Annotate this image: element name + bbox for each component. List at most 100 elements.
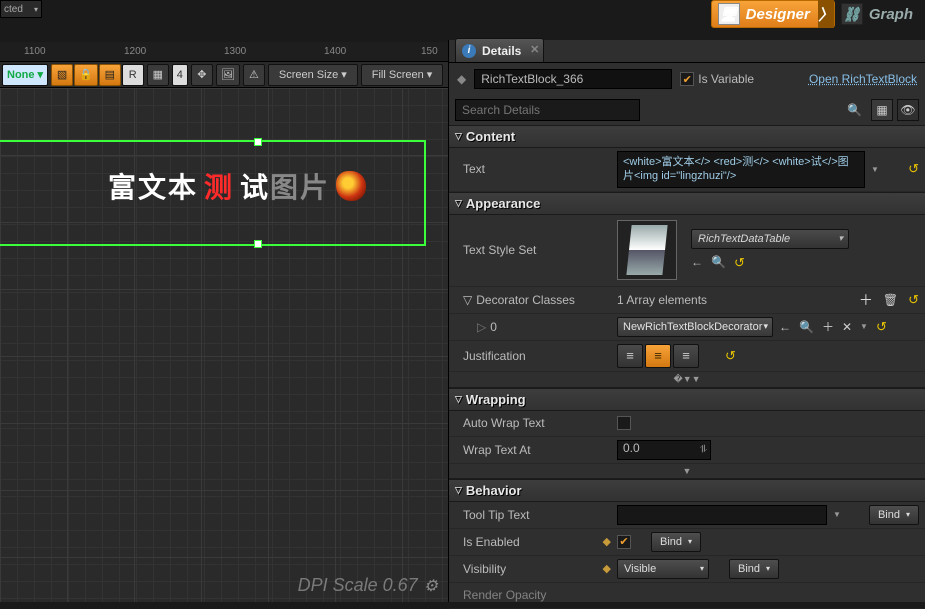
property-matrix-button[interactable]: ▦: [871, 99, 893, 121]
info-icon: i: [462, 44, 476, 58]
decorator-class-combo[interactable]: NewRichTextBlockDecorator: [617, 317, 773, 337]
chevron-down-icon[interactable]: ▼: [833, 510, 841, 519]
open-class-link[interactable]: Open RichTextBlock: [809, 72, 917, 86]
chevron-down-icon[interactable]: ▼: [871, 165, 879, 174]
layers-toggle[interactable]: ▤: [99, 64, 121, 86]
asset-thumbnail[interactable]: [617, 220, 677, 280]
text-style-set-combo[interactable]: RichTextDataTable: [691, 229, 849, 249]
justification-label: Justification: [449, 349, 611, 363]
triangle-down-icon: ▽: [463, 293, 472, 307]
justify-left-button[interactable]: ≡: [617, 344, 643, 368]
add-icon[interactable]: ＋: [822, 318, 834, 335]
render-opacity-label: Render Opacity: [449, 588, 611, 602]
category-header-wrapping[interactable]: ▽Wrapping: [449, 389, 925, 411]
move-tool[interactable]: ✥: [191, 64, 213, 86]
triangle-down-icon: ▽: [455, 485, 462, 496]
wrap-at-value: 0.0: [623, 441, 640, 455]
expand-more-icon[interactable]: �▼▼: [449, 372, 925, 388]
bind-button[interactable]: Bind: [869, 505, 919, 525]
reset-icon[interactable]: ↺: [908, 161, 919, 177]
canvas[interactable]: 富文本 测 试图片 DPI Scale 0.67 ⚙: [0, 88, 448, 602]
category-content: ▽Content Text <white>富文本</> <red>测</> <w…: [449, 125, 925, 192]
rt-seg-white1: 富文本: [108, 166, 198, 206]
designer-tab[interactable]: 🖥 Designer 〉: [711, 0, 835, 28]
is-variable-checkbox[interactable]: ✔ Is Variable: [680, 72, 754, 86]
expand-more-icon[interactable]: ▼: [449, 464, 925, 479]
widget-name-input[interactable]: [474, 69, 672, 89]
triangle-down-icon: ▽: [455, 394, 462, 405]
bind-button[interactable]: Bind: [651, 532, 701, 552]
category-wrapping: ▽Wrapping Auto Wrap Text ✔ Wrap Text At …: [449, 388, 925, 479]
is-enabled-checkbox[interactable]: ✔: [617, 535, 631, 549]
details-tab[interactable]: i Details ✕: [455, 38, 544, 62]
reset-icon[interactable]: ↺: [876, 319, 887, 335]
array-count: 1 Array elements: [617, 293, 707, 307]
rt-seg-red: 测: [204, 166, 234, 206]
r-button[interactable]: R: [122, 64, 144, 86]
category-header-content[interactable]: ▽Content: [449, 126, 925, 148]
graph-label: Graph: [869, 6, 913, 23]
dpi-scale-readout: DPI Scale 0.67 ⚙: [298, 575, 438, 596]
use-selected-icon[interactable]: ←: [691, 255, 703, 271]
fill-screen-dropdown[interactable]: Fill Screen ▾: [361, 64, 444, 86]
viewport-toolbar: None ▾ ▧ 🔒 ▤ R ▦ 4 ✥ 🖼 ⚠ Screen Size ▾ F…: [0, 62, 448, 88]
trash-icon[interactable]: 🗑: [883, 293, 898, 307]
reset-icon[interactable]: ↺: [908, 292, 919, 308]
wrap-at-input[interactable]: 0.0 ⥮: [617, 440, 711, 460]
gear-icon[interactable]: ⚙: [424, 576, 438, 596]
graph-tab[interactable]: ⛓ Graph: [835, 0, 925, 28]
text-value-input[interactable]: <white>富文本</> <red>测</> <white>试</>图片<im…: [617, 151, 865, 188]
dpi-text: DPI Scale 0.67: [298, 575, 418, 596]
layout-none-button[interactable]: None ▾: [2, 64, 48, 86]
bind-button[interactable]: Bind: [729, 559, 779, 579]
visibility-combo[interactable]: Visible: [617, 559, 709, 579]
inline-image-icon: [336, 171, 366, 201]
auto-wrap-checkbox[interactable]: ✔: [617, 416, 631, 430]
ruler-tick: 150: [421, 46, 438, 57]
decorator-classes-label: ▽Decorator Classes: [449, 293, 611, 307]
wrap-at-label: Wrap Text At: [449, 443, 611, 457]
designer-icon: 🖥: [718, 3, 740, 25]
screen-size-dropdown[interactable]: Screen Size ▾: [268, 64, 358, 86]
category-header-appearance[interactable]: ▽Appearance: [449, 193, 925, 215]
grid-num: 4: [177, 69, 183, 81]
grid-snap-value[interactable]: 4: [172, 64, 188, 86]
resize-handle-bottom[interactable]: [254, 240, 262, 248]
is-enabled-label: Is Enabled◆: [449, 535, 611, 549]
chevron-down-icon[interactable]: ▼: [860, 322, 868, 331]
tooltip-label: Tool Tip Text: [449, 508, 611, 522]
browse-icon[interactable]: 🔍: [711, 255, 726, 271]
warn-tool[interactable]: ⚠: [243, 64, 265, 86]
image-tool[interactable]: 🖼: [216, 64, 240, 86]
bind-label: Bind: [878, 509, 900, 521]
resize-handle-top[interactable]: [254, 138, 262, 146]
details-panel: i Details ✕ ◆ ✔ Is Variable Open RichTex…: [448, 40, 925, 602]
style-set-value: RichTextDataTable: [698, 233, 790, 245]
justify-center-button[interactable]: ≡: [645, 344, 671, 368]
selected-dropdown[interactable]: cted: [0, 0, 42, 18]
justify-right-button[interactable]: ≡: [673, 344, 699, 368]
category-header-behavior[interactable]: ▽Behavior: [449, 480, 925, 502]
richtext-preview[interactable]: 富文本 测 试图片: [108, 166, 366, 206]
use-selected-icon[interactable]: ←: [779, 320, 791, 334]
triangle-down-icon: ▽: [455, 131, 462, 142]
reset-icon[interactable]: ↺: [734, 255, 745, 271]
close-icon[interactable]: ✕: [530, 43, 539, 56]
add-element-icon[interactable]: ＋: [859, 290, 873, 310]
lock-toggle[interactable]: 🔒: [74, 64, 98, 86]
visibility-filter-button[interactable]: 👁: [897, 99, 919, 121]
outline-toggle[interactable]: ▧: [51, 64, 73, 86]
elem-index: 0: [490, 320, 497, 334]
auto-wrap-label: Auto Wrap Text: [449, 416, 611, 430]
visibility-value: Visible: [624, 563, 656, 575]
clear-icon[interactable]: ✕: [842, 320, 852, 334]
tooltip-input[interactable]: [617, 505, 827, 525]
graph-icon: ⛓: [841, 3, 863, 25]
array-element-index: ▷0: [449, 320, 611, 334]
spinner-icon[interactable]: ⥮: [700, 444, 707, 455]
browse-icon[interactable]: 🔍: [799, 320, 814, 334]
search-input[interactable]: [455, 99, 640, 121]
mode-tabs: 🖥 Designer 〉 ⛓ Graph: [711, 0, 925, 28]
reset-icon[interactable]: ↺: [725, 348, 736, 364]
grid-toggle[interactable]: ▦: [147, 64, 169, 86]
